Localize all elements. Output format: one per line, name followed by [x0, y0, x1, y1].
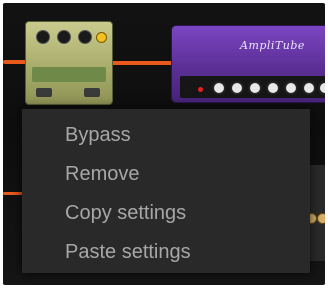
stomp-nameplate — [32, 67, 106, 82]
amp-knob[interactable] — [212, 81, 226, 95]
amp-knob[interactable] — [248, 81, 262, 95]
amp-knob[interactable] — [302, 81, 316, 95]
stomp-footswitch[interactable] — [84, 88, 100, 97]
cabinet-knob[interactable] — [317, 213, 325, 224]
menu-item-paste-settings[interactable]: Paste settings — [22, 233, 310, 271]
stomp-led-icon — [96, 32, 107, 43]
menu-item-remove[interactable]: Remove — [22, 155, 310, 193]
amp-head[interactable]: AmpliTube — [171, 25, 325, 103]
app-frame: AmpliTube Bypass Remove Copy settings Pa… — [3, 3, 325, 285]
context-menu: Bypass Remove Copy settings Paste settin… — [22, 109, 310, 273]
stomp-knob[interactable] — [78, 30, 92, 44]
amp-power-led-icon — [198, 87, 203, 92]
link-cable — [109, 61, 173, 65]
stomp-knob[interactable] — [57, 30, 71, 44]
amp-knob[interactable] — [230, 81, 244, 95]
amp-brand-logo: AmpliTube — [240, 39, 305, 52]
amp-knob[interactable] — [284, 81, 298, 95]
menu-item-bypass[interactable]: Bypass — [22, 116, 310, 154]
lower-left-cable — [3, 192, 23, 195]
stomp-pedal[interactable] — [25, 21, 113, 105]
input-cable — [3, 60, 27, 64]
stomp-knob[interactable] — [36, 30, 50, 44]
menu-item-copy-settings[interactable]: Copy settings — [22, 194, 310, 232]
amp-knob[interactable] — [266, 81, 280, 95]
stomp-footswitch[interactable] — [36, 88, 52, 97]
amp-knob[interactable] — [318, 81, 325, 95]
